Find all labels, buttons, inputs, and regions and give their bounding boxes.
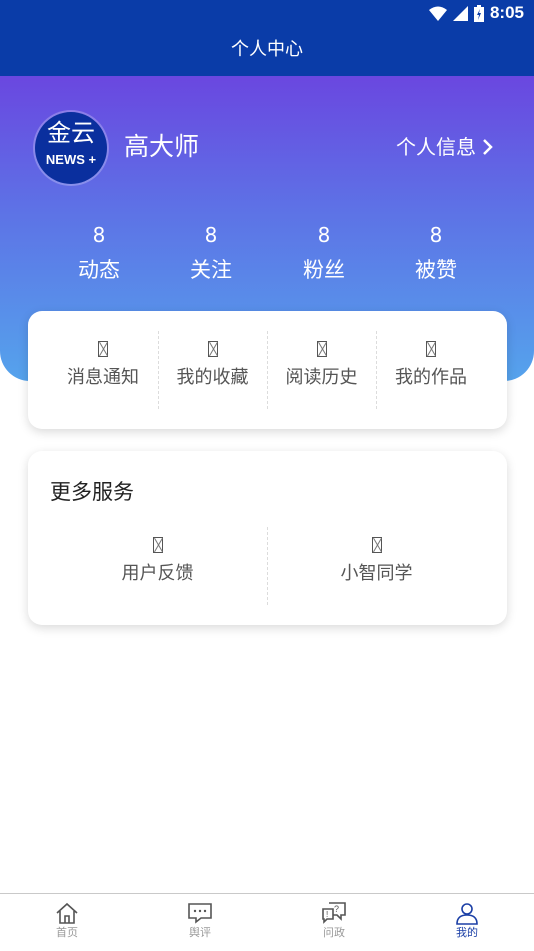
favorites-label: 我的收藏 [176,367,249,388]
tab-label: 我的 [456,926,478,939]
favorites-icon [207,341,218,357]
chevron-right-icon [483,139,493,155]
status-time: 8:05 [489,3,524,22]
profile-info-label: 个人信息 [396,135,476,159]
avatar-logo-subtext: NEWS + [45,152,97,167]
feedback-button[interactable]: 用户反馈 [48,537,267,587]
works-icon [426,341,436,357]
wifi-icon [428,6,447,21]
history-icon [316,341,327,357]
bottom-tab-bar: 首页 舆评 ? ! 问政 我的 [0,893,534,951]
home-icon [56,902,78,924]
status-bar: 8:05 [0,0,534,26]
assistant-label: 小智同学 [340,563,413,584]
svg-text:?: ? [334,904,339,914]
comment-icon [188,903,212,924]
favorites-button[interactable]: 我的收藏 [158,341,267,391]
question-icon: ? ! [322,902,346,924]
my-works-label: 我的作品 [395,367,467,388]
stat-value: 8 [204,223,218,247]
feedback-icon [152,537,163,553]
stat-followers[interactable]: 8 粉丝 [279,220,369,286]
tab-comments[interactable]: 舆评 [133,894,267,951]
stat-label: 关注 [190,258,232,282]
stat-value: 8 [317,223,331,247]
signal-icon [452,5,468,21]
username: 高大师 [124,132,200,161]
tab-home[interactable]: 首页 [0,894,134,951]
more-services-card: 更多服务 用户反馈 小智同学 [28,451,507,625]
avatar-logo-text: 金云 [47,119,95,147]
page-title: 个人中心 [0,26,534,76]
services-title: 更多服务 [50,480,134,504]
stat-following[interactable]: 8 关注 [166,220,256,286]
stat-likes[interactable]: 8 被赞 [391,220,481,286]
stat-posts[interactable]: 8 动态 [54,220,144,286]
stat-value: 8 [92,223,106,247]
stat-value: 8 [429,223,443,247]
my-works-button[interactable]: 我的作品 [376,341,486,391]
assistant-icon [371,537,382,553]
reading-history-button[interactable]: 阅读历史 [267,341,376,391]
tab-label: 问政 [323,926,345,939]
tab-inquiry[interactable]: ? ! 问政 [267,894,401,951]
profile-info-link[interactable]: 个人信息 [396,132,494,162]
svg-text:!: ! [326,910,328,919]
reading-history-label: 阅读历史 [285,367,358,388]
notification-icon [98,341,108,357]
tab-profile[interactable]: 我的 [400,894,534,951]
status-icons: 8:05 [428,3,524,23]
avatar[interactable]: 金云 NEWS + [35,112,107,184]
tab-label: 舆评 [189,926,211,939]
notifications-label: 消息通知 [67,367,139,388]
tab-label: 首页 [56,926,78,939]
notifications-button[interactable]: 消息通知 [48,341,158,391]
battery-icon [473,4,484,22]
stat-label: 被赞 [415,258,457,282]
stat-label: 粉丝 [303,258,345,282]
stat-label: 动态 [78,258,120,282]
quick-actions-card: 消息通知 我的收藏 阅读历史 我的作品 [28,311,507,429]
user-icon [456,903,478,925]
assistant-button[interactable]: 小智同学 [267,537,486,587]
feedback-label: 用户反馈 [121,563,194,584]
